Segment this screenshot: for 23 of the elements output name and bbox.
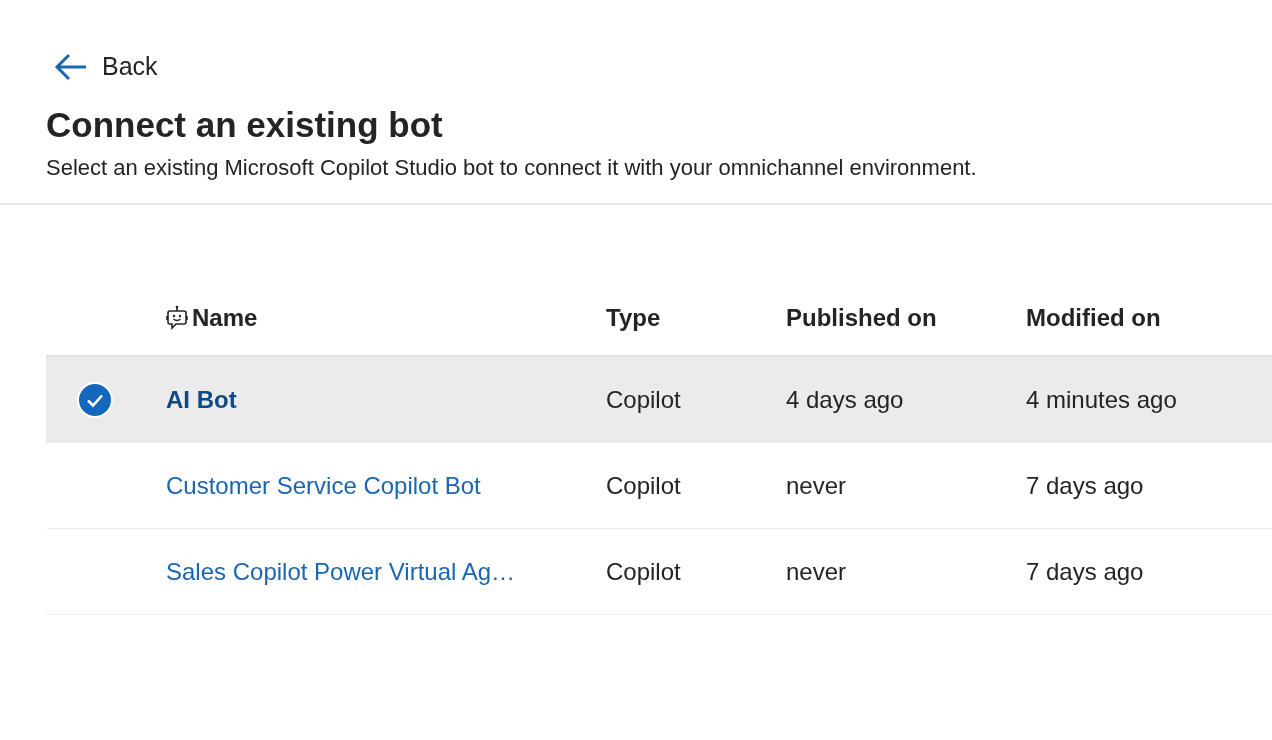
table-cell: 4 minutes ago (1026, 385, 1177, 414)
table-row[interactable]: AI Bot Copilot 4 days ago 4 minutes ago (46, 357, 1272, 443)
bot-icon (166, 305, 188, 331)
bot-name-link[interactable]: Sales Copilot Power Virtual Ag… (166, 557, 516, 586)
table-cell: 7 days ago (1026, 557, 1144, 586)
column-header: Published on (786, 304, 938, 332)
table-cell: never (786, 471, 847, 500)
table-cell: Copilot (606, 385, 681, 414)
column-header: Modified on (1026, 304, 1162, 332)
bot-name-link[interactable]: AI Bot (166, 385, 237, 414)
page-subtitle: Select an existing Microsoft Copilot Studio bot to connect it with your omnichannel environment. (46, 155, 978, 181)
page-title: Connect an existing bot (46, 105, 444, 145)
table-cell: Copilot (606, 557, 681, 586)
column-header: Type (606, 304, 662, 332)
table-cell: 7 days ago (1026, 471, 1144, 500)
column-header: Name (166, 304, 606, 332)
back-arrow-icon (54, 52, 88, 81)
table-cell: Copilot (606, 471, 681, 500)
table-cell: 4 days ago (786, 385, 904, 414)
back-button[interactable]: Back (46, 48, 158, 85)
table-cell: never (786, 557, 847, 586)
bot-name-link[interactable]: Customer Service Copilot Bot (166, 471, 481, 500)
checkmark-icon (77, 381, 113, 418)
